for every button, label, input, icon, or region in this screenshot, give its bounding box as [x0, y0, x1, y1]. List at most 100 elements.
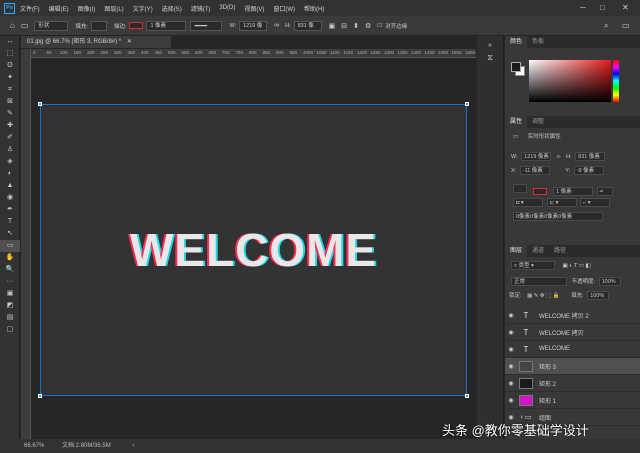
tool-13-icon[interactable]: ◉: [0, 192, 20, 204]
transform-handle-tr[interactable]: [465, 102, 469, 106]
visibility-eye-icon[interactable]: ◉: [505, 312, 517, 319]
tool-12-icon[interactable]: ▲: [0, 180, 20, 192]
menu-layer[interactable]: 图层(L): [104, 4, 123, 13]
tool-10-icon[interactable]: ◈: [0, 156, 20, 168]
menu-3d[interactable]: 3D(D): [219, 5, 235, 11]
layer-row[interactable]: ◉ 矩形 2: [505, 375, 640, 392]
path-ops-icon[interactable]: ▣: [329, 22, 336, 30]
tool-21-icon[interactable]: ▣: [0, 288, 20, 300]
visibility-eye-icon[interactable]: ◉: [505, 329, 517, 336]
rectangle-tool-icon[interactable]: ▭: [21, 21, 29, 30]
menu-view[interactable]: 视图(V): [244, 4, 264, 13]
prop-stroke-type[interactable]: ━: [596, 187, 613, 196]
menu-file[interactable]: 文件(F): [20, 4, 40, 13]
tab-channels[interactable]: 通道: [527, 245, 549, 257]
tool-22-icon[interactable]: ◩: [0, 300, 20, 312]
stroke-type-select[interactable]: ━━━: [190, 20, 223, 31]
link-icon[interactable]: ∞: [274, 22, 279, 29]
prop-fill-swatch[interactable]: [513, 184, 527, 193]
align-edges-checkbox[interactable]: ☐: [377, 23, 382, 29]
fill-swatch[interactable]: [90, 20, 107, 31]
tool-6-icon[interactable]: ✎: [0, 108, 20, 120]
prop-x-field[interactable]: -11 像素: [519, 166, 550, 175]
prop-stroke-width[interactable]: 1 像素: [553, 187, 594, 196]
tab-color[interactable]: 颜色: [505, 36, 528, 48]
settings-gear-icon[interactable]: ⚙: [365, 22, 371, 30]
menu-window[interactable]: 窗口(W): [273, 4, 295, 13]
layer-row[interactable]: ◉ 矩形 3: [505, 358, 640, 375]
tab-paths[interactable]: 路径: [549, 245, 571, 257]
opacity-field[interactable]: 100%: [598, 277, 621, 286]
tool-23-icon[interactable]: ▤: [0, 312, 20, 324]
layer-row[interactable]: ◉ 矩形 1: [505, 392, 640, 409]
layer-row[interactable]: ◉ T WELCOME 拷贝: [505, 324, 640, 341]
search-icon[interactable]: ⌕: [604, 21, 608, 31]
menu-filter[interactable]: 滤镜(T): [191, 4, 211, 13]
hue-slider[interactable]: [613, 60, 619, 102]
welcome-text[interactable]: WELCOME: [41, 105, 466, 395]
tool-20-icon[interactable]: ···: [0, 276, 20, 288]
layer-row[interactable]: ◉ T WELCOME: [505, 341, 640, 358]
path-align-icon[interactable]: ⊟: [341, 22, 347, 30]
prop-h-field[interactable]: 831 像素: [575, 152, 606, 161]
width-field[interactable]: 1219 像: [239, 20, 268, 31]
tool-8-icon[interactable]: ✐: [0, 132, 20, 144]
visibility-eye-icon[interactable]: ◉: [505, 346, 517, 353]
tool-mode-select[interactable]: 形状: [34, 20, 69, 31]
tool-9-icon[interactable]: ♙: [0, 144, 20, 156]
prop-stroke-swatch[interactable]: [532, 188, 547, 196]
stroke-width-field[interactable]: 1 像素: [146, 20, 187, 31]
stroke-swatch[interactable]: [129, 22, 144, 29]
tool-5-icon[interactable]: ⊠: [0, 96, 20, 108]
workspace-icon[interactable]: ▭: [622, 21, 630, 30]
lock-icons[interactable]: ▦ ✎ ✥ ⬚ 🔒: [527, 293, 560, 299]
canvas[interactable]: WELCOME: [38, 102, 469, 398]
path-arrange-icon[interactable]: ⬍: [353, 22, 359, 30]
visibility-eye-icon[interactable]: ◉: [505, 397, 517, 404]
tab-adjustments[interactable]: 调整: [527, 116, 549, 128]
tool-24-icon[interactable]: ▢: [0, 324, 20, 336]
tool-14-icon[interactable]: ✒: [0, 204, 20, 216]
prop-w-field[interactable]: 1219 像素: [521, 152, 552, 161]
blend-mode-select[interactable]: 正常: [511, 277, 567, 286]
prop-link-icon[interactable]: ∞: [557, 154, 561, 160]
history-icon[interactable]: ⧖: [477, 53, 503, 63]
tool-4-icon[interactable]: ⌗: [0, 84, 20, 96]
menu-type[interactable]: 文字(Y): [133, 4, 153, 13]
maximize-icon[interactable]: □: [600, 0, 605, 16]
foreground-color-swatch[interactable]: [511, 62, 521, 72]
menu-image[interactable]: 图像(I): [78, 4, 96, 13]
prop-cap-select[interactable]: ⊏ ▾: [546, 198, 577, 207]
layer-filter-select[interactable]: ⌕ 类型 ▾: [511, 261, 555, 270]
menu-edit[interactable]: 编辑(E): [49, 4, 69, 13]
minimize-icon[interactable]: ─: [580, 0, 586, 16]
tool-0-icon[interactable]: ↔: [0, 36, 20, 48]
tab-layers[interactable]: 图层: [505, 245, 528, 257]
tool-19-icon[interactable]: 🔍: [0, 264, 20, 276]
transform-handle-bl[interactable]: [38, 394, 42, 398]
visibility-eye-icon[interactable]: ◉: [505, 380, 517, 387]
filter-icons[interactable]: ▣ ◐ T ▭ ◧: [563, 263, 591, 269]
tab-swatches[interactable]: 色板: [527, 36, 549, 48]
transform-handle-tl[interactable]: [38, 102, 42, 106]
tool-18-icon[interactable]: ✋: [0, 252, 20, 264]
prop-corner-field[interactable]: 0像素0像素0像素0像素: [513, 212, 603, 221]
layer-row[interactable]: ◉ T WELCOME 拷贝 2: [505, 307, 640, 324]
status-arrow-icon[interactable]: ›: [132, 443, 134, 449]
prop-join-select[interactable]: ⌐ ▾: [580, 198, 611, 207]
close-icon[interactable]: ✕: [622, 0, 629, 16]
color-picker-field[interactable]: [529, 60, 611, 102]
prop-y-field[interactable]: -9 像素: [573, 166, 604, 175]
tab-properties[interactable]: 属性: [505, 116, 528, 128]
fill-opacity-field[interactable]: 100%: [587, 291, 610, 300]
collapse-icon[interactable]: »: [477, 42, 503, 49]
home-icon[interactable]: ⌂: [10, 21, 15, 30]
transform-handle-br[interactable]: [465, 394, 469, 398]
tool-7-icon[interactable]: ✚: [0, 120, 20, 132]
prop-align-select[interactable]: ◘ ▾: [513, 198, 543, 207]
tool-16-icon[interactable]: ↖: [0, 228, 20, 240]
close-tab-icon[interactable]: ✕: [127, 39, 132, 45]
tool-2-icon[interactable]: ʘ: [0, 60, 20, 72]
tool-1-icon[interactable]: ⬚: [0, 48, 20, 60]
menu-select[interactable]: 选择(S): [162, 4, 182, 13]
